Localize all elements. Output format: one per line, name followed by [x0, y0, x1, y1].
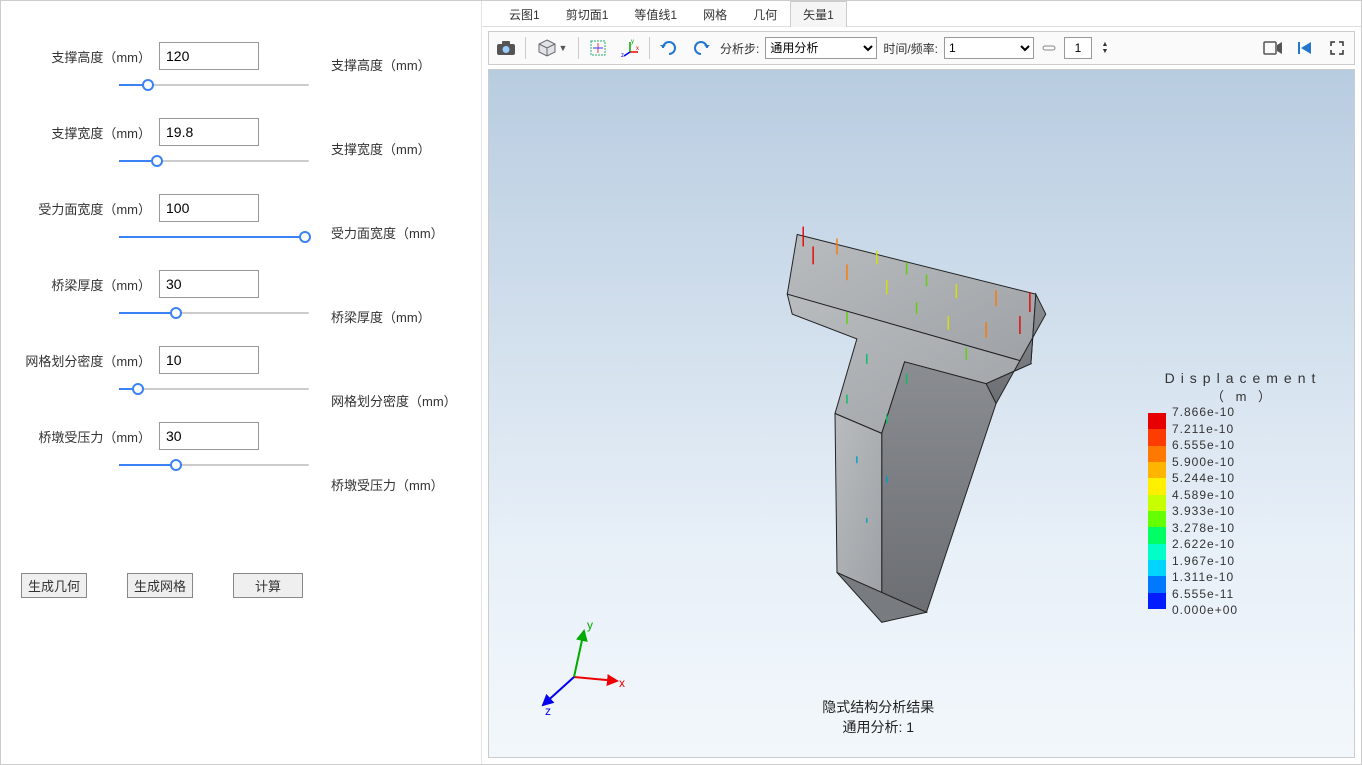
param-slider[interactable] — [119, 305, 309, 321]
param-input[interactable] — [159, 118, 259, 146]
param-readonly-label: 桥墩受压力（mm） — [331, 469, 471, 499]
param-label: 网格划分密度（mm） — [21, 351, 151, 370]
action-buttons: 生成几何 生成网格 计算 — [21, 573, 471, 598]
param-5: 桥墩受压力（mm） — [21, 421, 311, 473]
legend-value: 4.589e-10 — [1172, 488, 1238, 502]
right-panel: 云图1剪切面1等值线1网格几何矢量1 ▼ x y z — [481, 1, 1361, 764]
legend-value: 7.866e-10 — [1172, 405, 1238, 419]
param-input[interactable] — [159, 42, 259, 70]
svg-text:y: y — [631, 39, 634, 45]
svg-text:x: x — [636, 46, 639, 52]
viewport-toolbar: ▼ x y z 分析步: 通用分析 — [488, 31, 1355, 65]
fit-view-icon[interactable] — [585, 35, 611, 61]
expand-icon[interactable] — [1324, 35, 1350, 61]
tab-3[interactable]: 网格 — [690, 1, 740, 27]
param-label: 支撑宽度（mm） — [21, 123, 151, 142]
param-0: 支撑高度（mm） — [21, 41, 311, 93]
skip-start-icon[interactable] — [1292, 35, 1318, 61]
tab-1[interactable]: 剪切面1 — [553, 1, 622, 27]
param-3: 桥梁厚度（mm） — [21, 269, 311, 321]
camera-icon[interactable] — [493, 35, 519, 61]
param-slider[interactable] — [119, 229, 309, 245]
param-slider[interactable] — [119, 381, 309, 397]
rotate-cw-icon[interactable] — [656, 35, 682, 61]
legend-value: 3.933e-10 — [1172, 504, 1238, 518]
legend-value: 0.000e+00 — [1172, 603, 1238, 617]
spin-up-down-icon[interactable]: ▲▼ — [1098, 35, 1112, 61]
param-slider[interactable] — [119, 153, 309, 169]
app-root: 支撑高度（mm） 支撑宽度（mm） 受力面宽度（mm） 桥梁厚度（mm） 网格划分密度（… — [0, 0, 1362, 765]
param-readonly-label: 支撑宽度（mm） — [331, 133, 471, 163]
param-label: 支撑高度（mm） — [21, 47, 151, 66]
tab-2[interactable]: 等值线1 — [621, 1, 690, 27]
legend-value: 2.622e-10 — [1172, 537, 1238, 551]
tab-0[interactable]: 云图1 — [496, 1, 553, 27]
tab-5[interactable]: 矢量1 — [790, 1, 847, 27]
legend-value: 6.555e-11 — [1172, 587, 1238, 601]
tab-4[interactable]: 几何 — [740, 1, 790, 27]
legend-value: 7.211e-10 — [1172, 422, 1238, 436]
axis-triad-icon[interactable]: x y z — [617, 35, 643, 61]
frame-number-input[interactable] — [1064, 37, 1092, 59]
analysis-step-select[interactable]: 通用分析 — [765, 37, 877, 59]
param-input[interactable] — [159, 422, 259, 450]
param-readonly-label: 受力面宽度（mm） — [331, 217, 471, 247]
compute-button[interactable]: 计算 — [233, 573, 303, 598]
legend-value: 6.555e-10 — [1172, 438, 1238, 452]
param-4: 网格划分密度（mm） — [21, 345, 311, 397]
param-1: 支撑宽度（mm） — [21, 117, 311, 169]
viewport-caption: 隐式结构分析结果 通用分析: 1 — [822, 697, 934, 737]
legend-value: 5.900e-10 — [1172, 455, 1238, 469]
axis-gizmo: x y z — [529, 617, 629, 717]
rotate-ccw-icon[interactable] — [688, 35, 714, 61]
svg-text:z: z — [621, 53, 624, 58]
param-readonly-label: 支撑高度（mm） — [331, 49, 471, 79]
generate-mesh-button[interactable]: 生成网格 — [127, 573, 193, 598]
generate-geometry-button[interactable]: 生成几何 — [21, 573, 87, 598]
legend-value: 1.967e-10 — [1172, 554, 1238, 568]
param-label: 受力面宽度（mm） — [21, 199, 151, 218]
param-input[interactable] — [159, 346, 259, 374]
param-2: 受力面宽度（mm） — [21, 193, 311, 245]
legend-value: 3.278e-10 — [1172, 521, 1238, 535]
svg-text:x: x — [619, 676, 625, 690]
param-input[interactable] — [159, 270, 259, 298]
param-readonly-label: 网格划分密度（mm） — [331, 385, 471, 415]
param-readonly-label: 桥梁厚度（mm） — [331, 301, 471, 331]
link-icon[interactable] — [1040, 35, 1058, 61]
svg-text:y: y — [587, 618, 593, 632]
legend-value: 1.311e-10 — [1172, 570, 1238, 584]
param-label: 桥梁厚度（mm） — [21, 275, 151, 294]
param-slider[interactable] — [119, 77, 309, 93]
param-input[interactable] — [159, 194, 259, 222]
color-legend: Displacement （ m ） 7.866e-107.211e-106.5… — [1148, 370, 1338, 617]
legend-value: 5.244e-10 — [1172, 471, 1238, 485]
cube-view-icon[interactable]: ▼ — [532, 35, 572, 61]
analysis-step-label: 分析步: — [720, 40, 759, 57]
param-slider[interactable] — [119, 457, 309, 473]
time-freq-label: 时间/频率: — [883, 40, 938, 57]
param-label: 桥墩受压力（mm） — [21, 427, 151, 446]
tab-bar: 云图1剪切面1等值线1网格几何矢量1 — [482, 1, 1361, 27]
camera-record-icon[interactable] — [1260, 35, 1286, 61]
left-panel: 支撑高度（mm） 支撑宽度（mm） 受力面宽度（mm） 桥梁厚度（mm） 网格划分密度（… — [1, 1, 481, 764]
time-freq-select[interactable]: 1 — [944, 37, 1034, 59]
viewport-3d[interactable]: x y z 隐式结构分析结果 通用分析: 1 Displacement （ m … — [488, 69, 1355, 758]
svg-text:z: z — [545, 704, 551, 717]
